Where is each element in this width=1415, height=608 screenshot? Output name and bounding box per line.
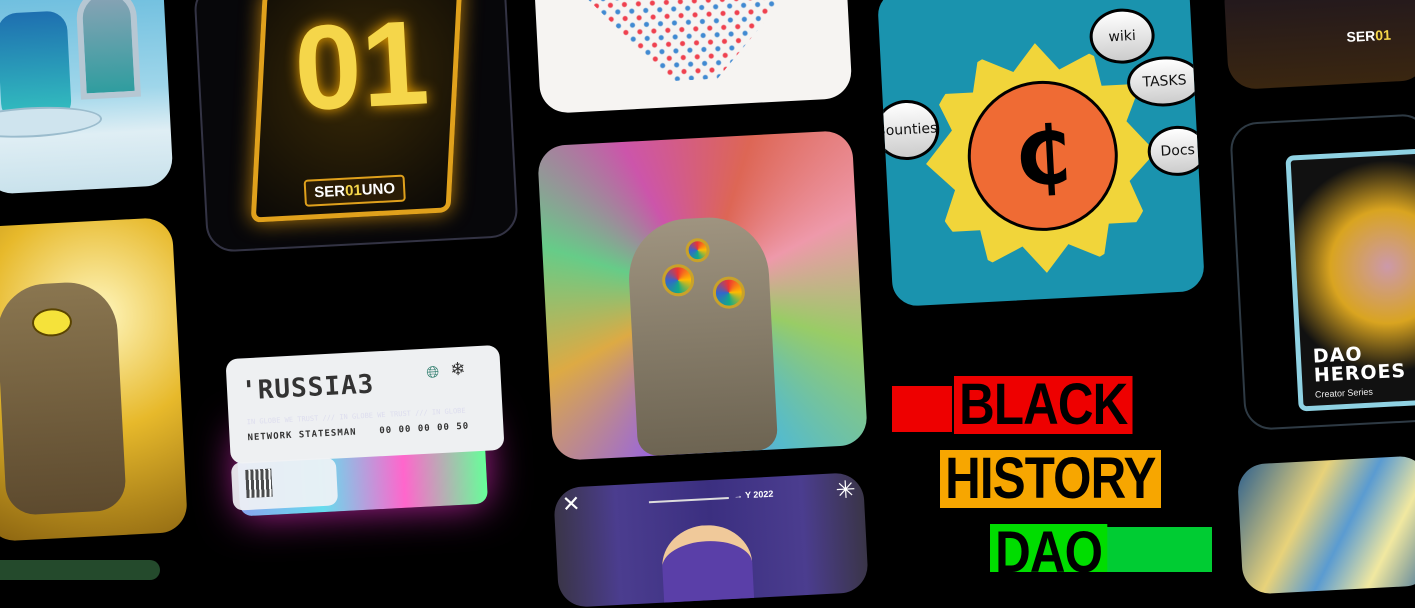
card-number: 01 [291, 0, 432, 137]
pedestal [0, 103, 103, 141]
card-label: SER01 [1346, 26, 1392, 45]
qr-code-icon [245, 468, 273, 498]
green-partial-card [0, 560, 160, 580]
planet-docs: Docs [1146, 124, 1209, 178]
robot-nft-card[interactable] [0, 0, 174, 195]
snowflake-icon: ❄ [449, 358, 466, 381]
qr-panel [230, 457, 339, 511]
planet-wiki: wiki [1088, 6, 1157, 66]
card-label: SER01UNO [303, 174, 406, 207]
close-icon: ✕ [561, 491, 582, 518]
planet-tasks: TASKS [1125, 54, 1204, 109]
line-history: HISTORY [940, 450, 1161, 508]
door-graphic [75, 0, 141, 100]
mandala-pattern [574, 0, 809, 86]
red-block [892, 386, 952, 432]
globe-icon: 🌐︎ [425, 362, 440, 382]
green-block [1097, 527, 1212, 572]
psychedelic-goat-nft-card[interactable] [536, 129, 869, 462]
dao-heroes-subtitle: Creator Series [1314, 386, 1374, 400]
card-title: NETWORK STATESMAN [247, 427, 357, 444]
dao-heroes-nft-card[interactable]: DAO HEROES Creator Series [1285, 148, 1415, 412]
ser01uno-partial-card[interactable]: SER01 [1223, 0, 1415, 91]
russia3-logo: 'RUSSIA3 [240, 369, 375, 407]
black-history-dao-card[interactable]: BLACK HISTORY DAO [892, 372, 1222, 572]
purple-helmet-nft-card[interactable]: ✕ → Y 2022 ✳ [553, 471, 869, 608]
asterisk-icon: ✳ [834, 475, 857, 505]
painting-nft-card[interactable] [1236, 455, 1415, 595]
dao-heroes-title: DAO HEROES [1312, 343, 1407, 387]
russia3-nft-card[interactable]: 'RUSSIA3 🌐︎ ❄ IN GLOBE WE TRUST /// IN G… [225, 344, 505, 465]
line-black: BLACK [954, 376, 1133, 434]
year-label: → Y 2022 [733, 488, 774, 501]
ser01uno-nft-card[interactable]: 01 SER01UNO [193, 0, 519, 253]
line-dao: DAO [990, 524, 1108, 572]
mandala-nft-card[interactable] [533, 0, 853, 115]
planet-bounties: Bounties [873, 98, 941, 162]
helmet-graphic [660, 522, 755, 608]
card-number: 00 00 00 00 50 [379, 421, 470, 437]
timeline-line [648, 497, 729, 504]
coin-nft-card[interactable]: ₵ wiki TASKS Bounties Docs [873, 0, 1209, 311]
golden-goat-nft-card[interactable] [0, 216, 189, 543]
